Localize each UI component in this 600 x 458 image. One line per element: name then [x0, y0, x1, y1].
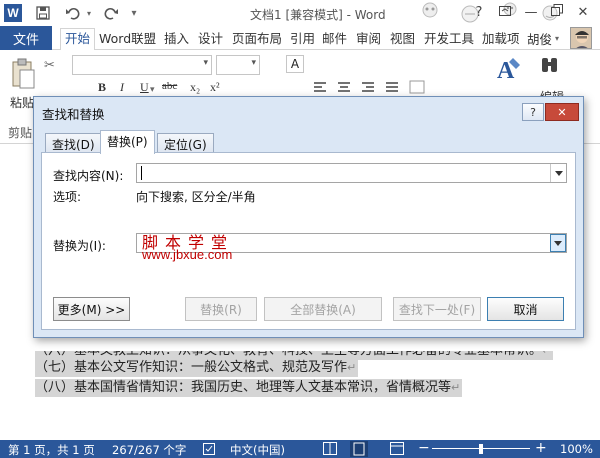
document-line-text: （七）基本公文写作知识：一般公文格式、规范及写作 — [35, 360, 348, 375]
bold-button[interactable]: B — [98, 80, 106, 95]
document-line[interactable]: （六）基本文教卫知识：从事文化、教育、科技、卫生等方面工作必备的专业基本常识。↵ — [35, 343, 554, 360]
subscript-button[interactable]: x₂ — [190, 80, 200, 95]
tab-design[interactable]: 设计 — [198, 29, 223, 49]
replace-button[interactable]: 替换(R) — [185, 297, 257, 321]
find-next-button[interactable]: 查找下一处(F) — [393, 297, 481, 321]
tab-review[interactable]: 审阅 — [356, 29, 381, 49]
user-dropdown-icon[interactable]: ▾ — [555, 34, 559, 43]
undo-dropdown-icon[interactable]: ▾ — [84, 3, 94, 23]
word-logo-icon[interactable]: W — [4, 4, 22, 22]
paragraph-mark-icon: ↵ — [451, 381, 461, 394]
clear-format-button[interactable]: A — [286, 55, 304, 73]
cut-icon[interactable]: ✂ — [44, 58, 60, 73]
tab-developer[interactable]: 开发工具 — [424, 29, 474, 49]
tab-mailings[interactable]: 邮件 — [322, 29, 347, 49]
user-name[interactable]: 胡俊 — [527, 29, 552, 48]
underline-button[interactable]: U — [140, 80, 149, 95]
redo-icon[interactable] — [100, 3, 122, 23]
undo-icon[interactable] — [62, 3, 84, 23]
find-input[interactable] — [136, 163, 567, 183]
zoom-slider-thumb[interactable] — [479, 444, 483, 454]
font-name-dropdown-icon[interactable]: ▾ — [203, 58, 208, 68]
styles-icon[interactable]: A — [496, 56, 522, 84]
cancel-button[interactable]: 取消 — [487, 297, 564, 321]
font-name-box[interactable]: ▾ — [72, 55, 212, 75]
font-size-box[interactable]: ▾ — [216, 55, 260, 75]
watermark-url: www.jbxue.com — [142, 247, 233, 262]
paste-label[interactable]: 粘贴 — [10, 94, 34, 111]
paragraph-mark-icon: ↵ — [542, 344, 552, 357]
tab-view[interactable]: 视图 — [390, 29, 415, 49]
avatar[interactable] — [570, 27, 592, 49]
tab-home[interactable]: 开始 — [60, 28, 96, 51]
proofing-icon[interactable] — [203, 443, 215, 458]
superscript-button[interactable]: x² — [210, 80, 220, 95]
tab-insert[interactable]: 插入 — [164, 29, 189, 49]
document-line-text: （八）基本国情省情知识：我国历史、地理等人文基本常识，省情概况等 — [35, 380, 452, 395]
document-line-text: （六）基本文教卫知识：从事文化、教育、科技、卫生等方面工作必备的专业基本常识。 — [35, 343, 543, 358]
word-count[interactable]: 267/267 个字 — [112, 442, 186, 458]
document-line[interactable]: （七）基本公文写作知识：一般公文格式、规范及写作↵ — [35, 359, 359, 377]
replace-label: 替换为(I): — [53, 239, 106, 253]
language[interactable]: 中文(中国) — [230, 442, 285, 458]
status-bar: 第 1 页，共 1 页 267/267 个字 中文(中国) − + 100% — [0, 440, 600, 458]
close-icon[interactable]: ✕ — [570, 4, 596, 22]
find-replace-dialog: 查找和替换 ? ✕ 查找(D) 替换(P) 定位(G) 查找内容(N): 选项:… — [33, 96, 584, 338]
minimize-icon[interactable]: — — [518, 4, 544, 22]
underline-dropdown-icon[interactable]: ▾ — [150, 84, 155, 95]
clipboard-group-label: 剪贴 — [8, 126, 33, 140]
tab-word-union[interactable]: Word联盟 — [99, 29, 156, 49]
replace-all-button[interactable]: 全部替换(A) — [264, 297, 382, 321]
ribbon-tab-row: 文件 开始 Word联盟 插入 设计 页面布局 引用 邮件 审阅 视图 开发工具… — [0, 26, 600, 51]
dialog-title: 查找和替换 — [42, 107, 105, 122]
web-layout-icon[interactable] — [390, 442, 404, 458]
find-label: 查找内容(N): — [53, 169, 124, 183]
tab-file[interactable]: 文件 — [0, 26, 52, 50]
tab-goto[interactable]: 定位(G) — [157, 133, 214, 153]
ribbon-display-icon[interactable] — [492, 4, 518, 22]
font-size-dropdown-icon[interactable]: ▾ — [251, 58, 256, 68]
tab-references[interactable]: 引用 — [290, 29, 315, 49]
read-mode-icon[interactable] — [323, 442, 337, 458]
tab-find[interactable]: 查找(D) — [45, 133, 102, 153]
strikethrough-button[interactable]: abc — [162, 80, 177, 92]
paragraph-mark-icon: ↵ — [347, 361, 357, 374]
tab-replace[interactable]: 替换(P) — [100, 130, 155, 154]
tab-layout[interactable]: 页面布局 — [232, 29, 282, 49]
find-dropdown-icon[interactable] — [550, 164, 566, 182]
save-icon[interactable] — [32, 3, 54, 23]
more-button[interactable]: 更多(M) >> — [53, 297, 130, 321]
help-icon[interactable]: ? — [466, 4, 492, 22]
print-layout-icon[interactable] — [350, 441, 368, 457]
italic-button[interactable]: I — [120, 80, 124, 95]
title-bar: W ▾ ▾ 文档1 [兼容模式] - Word ? — ✕ — [0, 0, 600, 26]
paste-icon[interactable] — [10, 58, 36, 90]
dialog-close-button[interactable]: ✕ — [545, 103, 579, 121]
options-label: 选项: — [53, 190, 82, 204]
options-value: 向下搜索, 区分全/半角 — [136, 190, 256, 204]
dialog-body: 查找内容(N): 选项: 向下搜索, 区分全/半角 替换为(I): 脚本学堂 w… — [41, 152, 576, 330]
zoom-level[interactable]: 100% — [560, 442, 593, 456]
restore-icon[interactable] — [544, 4, 570, 22]
zoom-out-button[interactable]: − — [418, 440, 430, 456]
document-line[interactable]: （八）基本国情省情知识：我国历史、地理等人文基本常识，省情概况等↵ — [35, 379, 463, 397]
zoom-in-button[interactable]: + — [535, 440, 547, 456]
text-cursor — [141, 166, 142, 180]
document-title: 文档1 [兼容模式] - Word — [250, 8, 386, 22]
replace-dropdown-icon[interactable] — [550, 234, 566, 252]
dialog-help-button[interactable]: ? — [522, 103, 544, 121]
find-icon[interactable] — [537, 56, 563, 80]
page-count[interactable]: 第 1 页，共 1 页 — [8, 442, 95, 458]
customize-icon[interactable]: ▾ — [127, 3, 141, 23]
tab-addins[interactable]: 加载项 — [482, 29, 520, 49]
